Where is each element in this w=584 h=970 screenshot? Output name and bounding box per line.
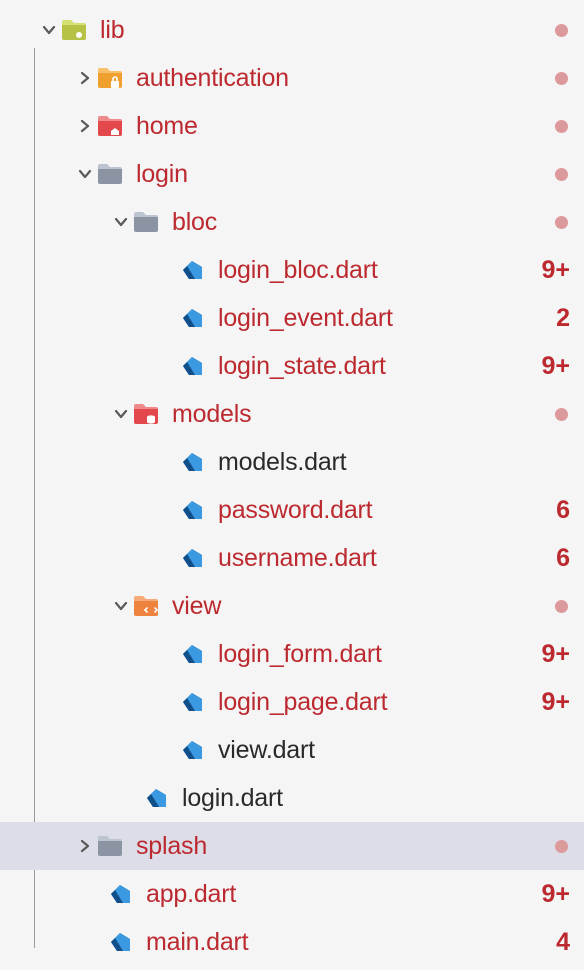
tree-row[interactable]: view: [0, 582, 584, 630]
folder-icon: [96, 64, 124, 92]
dart-file-icon: [178, 352, 206, 380]
dart-file-icon: [178, 256, 206, 284]
file-name: login: [136, 160, 188, 189]
file-name: login_bloc.dart: [218, 256, 378, 285]
tree-row[interactable]: login.dart: [0, 774, 584, 822]
file-name: view.dart: [218, 736, 315, 765]
folder-icon: [132, 208, 160, 236]
tree-row[interactable]: password.dart 6: [0, 486, 584, 534]
dart-file-icon: [178, 496, 206, 524]
change-count-badge: 9+: [540, 880, 570, 909]
folder-icon: [60, 16, 88, 44]
file-name: login.dart: [182, 784, 283, 813]
file-name: models: [172, 400, 251, 429]
change-count-badge: 6: [540, 496, 570, 525]
dart-file-icon: [178, 736, 206, 764]
file-name: app.dart: [146, 880, 236, 909]
modified-dot-icon: [555, 168, 568, 181]
chevron-down-icon[interactable]: [110, 406, 132, 422]
file-name: authentication: [136, 64, 289, 93]
chevron-down-icon[interactable]: [74, 166, 96, 182]
file-tree: lib authentication home login bloc login…: [0, 0, 584, 966]
chevron-down-icon[interactable]: [38, 22, 60, 38]
change-count-badge: 9+: [540, 640, 570, 669]
modified-dot-icon: [555, 840, 568, 853]
modified-dot-icon: [555, 600, 568, 613]
file-name: splash: [136, 832, 207, 861]
file-name: bloc: [172, 208, 217, 237]
change-count-badge: 6: [540, 544, 570, 573]
file-name: main.dart: [146, 928, 248, 957]
modified-dot-icon: [555, 216, 568, 229]
tree-row[interactable]: splash: [0, 822, 584, 870]
file-name: password.dart: [218, 496, 372, 525]
change-count-badge: 2: [540, 304, 570, 333]
folder-icon: [132, 592, 160, 620]
chevron-right-icon[interactable]: [74, 838, 96, 854]
tree-row[interactable]: login_form.dart 9+: [0, 630, 584, 678]
tree-row[interactable]: login: [0, 150, 584, 198]
file-name: models.dart: [218, 448, 346, 477]
dart-file-icon: [142, 784, 170, 812]
tree-row[interactable]: login_bloc.dart 9+: [0, 246, 584, 294]
file-name: login_page.dart: [218, 688, 387, 717]
file-name: home: [136, 112, 198, 141]
change-count-badge: 4: [540, 928, 570, 957]
tree-row[interactable]: home: [0, 102, 584, 150]
dart-file-icon: [178, 544, 206, 572]
modified-dot-icon: [555, 120, 568, 133]
file-name: login_form.dart: [218, 640, 382, 669]
tree-row[interactable]: bloc: [0, 198, 584, 246]
chevron-down-icon[interactable]: [110, 214, 132, 230]
modified-dot-icon: [555, 24, 568, 37]
folder-icon: [96, 832, 124, 860]
tree-row[interactable]: models: [0, 390, 584, 438]
tree-row[interactable]: main.dart 4: [0, 918, 584, 966]
tree-row[interactable]: username.dart 6: [0, 534, 584, 582]
file-name: username.dart: [218, 544, 377, 573]
tree-row[interactable]: login_state.dart 9+: [0, 342, 584, 390]
modified-dot-icon: [555, 72, 568, 85]
tree-row[interactable]: login_page.dart 9+: [0, 678, 584, 726]
file-name: login_state.dart: [218, 352, 386, 381]
tree-row[interactable]: lib: [0, 6, 584, 54]
change-count-badge: 9+: [540, 688, 570, 717]
folder-icon: [96, 160, 124, 188]
tree-row[interactable]: view.dart: [0, 726, 584, 774]
chevron-right-icon[interactable]: [74, 118, 96, 134]
folder-icon: [96, 112, 124, 140]
chevron-down-icon[interactable]: [110, 598, 132, 614]
file-name: lib: [100, 16, 124, 45]
dart-file-icon: [178, 304, 206, 332]
dart-file-icon: [178, 448, 206, 476]
folder-icon: [132, 400, 160, 428]
modified-dot-icon: [555, 408, 568, 421]
file-name: login_event.dart: [218, 304, 393, 333]
file-name: view: [172, 592, 221, 621]
tree-row[interactable]: authentication: [0, 54, 584, 102]
chevron-right-icon[interactable]: [74, 70, 96, 86]
tree-row[interactable]: models.dart: [0, 438, 584, 486]
tree-row[interactable]: login_event.dart 2: [0, 294, 584, 342]
dart-file-icon: [178, 688, 206, 716]
change-count-badge: 9+: [540, 256, 570, 285]
dart-file-icon: [106, 880, 134, 908]
dart-file-icon: [178, 640, 206, 668]
tree-row[interactable]: app.dart 9+: [0, 870, 584, 918]
dart-file-icon: [106, 928, 134, 956]
change-count-badge: 9+: [540, 352, 570, 381]
